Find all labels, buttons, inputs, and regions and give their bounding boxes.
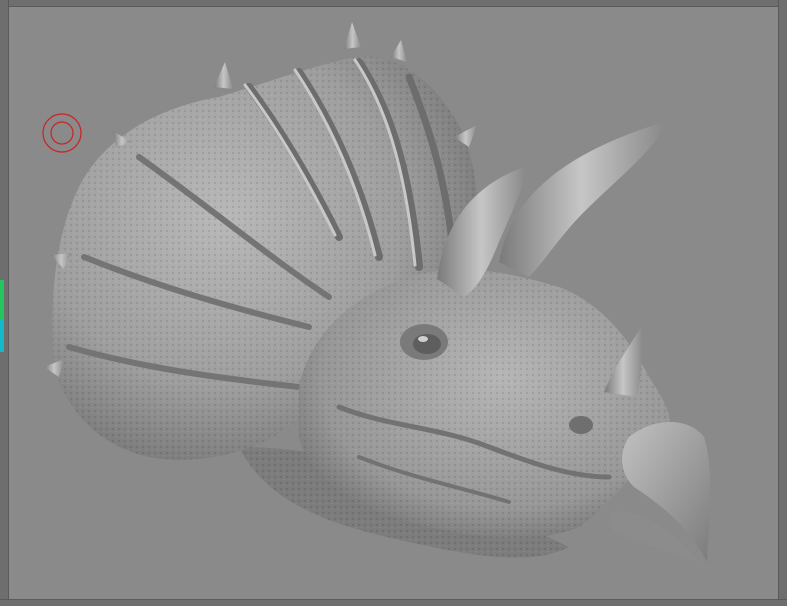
sculpt-window [0, 0, 787, 606]
window-right-edge [778, 0, 787, 606]
window-top-edge [0, 0, 787, 7]
brush-cursor-icon [42, 113, 82, 153]
window-bottom-edge [0, 599, 787, 606]
eye [400, 324, 448, 360]
3d-viewport[interactable] [9, 7, 778, 599]
brow-horns [437, 122, 664, 297]
side-color-indicator [0, 280, 4, 352]
sculpt-model[interactable] [9, 7, 778, 599]
head [299, 269, 670, 539]
nostril [569, 416, 593, 434]
